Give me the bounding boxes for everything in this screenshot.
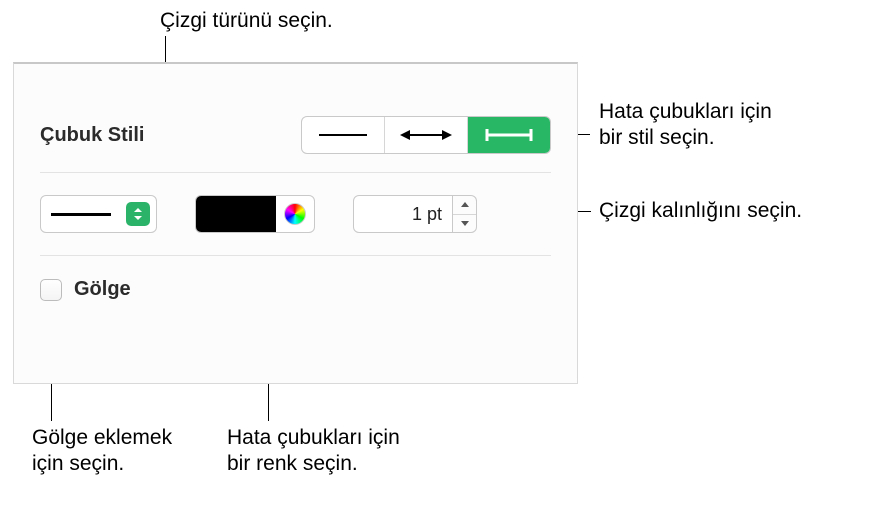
callout-shadow-l1: Gölge eklemek (32, 425, 172, 451)
callout-shadow: Gölge eklemek için seçin. (32, 425, 172, 478)
callout-color-l2: bir renk seçin. (227, 451, 400, 477)
line-thickness-stepper (353, 195, 477, 233)
error-bar-plain-icon (315, 127, 371, 143)
stepper-up-button[interactable] (453, 196, 476, 215)
color-wheel-icon (284, 203, 306, 225)
callout-thickness: Çizgi kalınlığını seçin. (599, 198, 802, 224)
color-well-group (195, 195, 315, 233)
line-type-popup[interactable] (40, 195, 157, 233)
color-swatch[interactable] (196, 196, 276, 232)
error-bar-cap-icon (481, 127, 537, 143)
callout-bar-style-l2: bir stil seçin. (599, 125, 772, 151)
stepper-arrows (453, 195, 477, 233)
callout-shadow-l2: için seçin. (32, 451, 172, 477)
line-preview-icon (51, 213, 111, 216)
chevron-up-icon (460, 201, 470, 208)
error-bar-style-segmented (301, 116, 551, 154)
shadow-checkbox[interactable] (40, 279, 62, 301)
stepper-down-button[interactable] (453, 215, 476, 233)
section-title-bar-style: Çubuk Stili (40, 124, 301, 147)
color-wheel-button[interactable] (276, 203, 314, 225)
chevron-down-icon (460, 220, 470, 227)
callout-color: Hata çubukları için bir renk seçin. (227, 425, 400, 478)
callout-color-l1: Hata çubukları için (227, 425, 400, 451)
popup-arrows-icon (126, 202, 150, 226)
shadow-label: Gölge (74, 278, 131, 301)
callout-bar-style: Hata çubukları için bir stil seçin. (599, 99, 772, 152)
style-panel: Çubuk Stili (13, 62, 578, 384)
error-bar-style-option-1[interactable] (302, 117, 385, 153)
error-bar-style-option-2[interactable] (385, 117, 468, 153)
error-bar-style-option-3[interactable] (468, 117, 550, 153)
callout-line-type: Çizgi türünü seçin. (160, 8, 333, 34)
callout-bar-style-l1: Hata çubukları için (599, 99, 772, 125)
line-thickness-input[interactable] (353, 195, 453, 233)
error-bar-arrow-icon (398, 127, 454, 143)
